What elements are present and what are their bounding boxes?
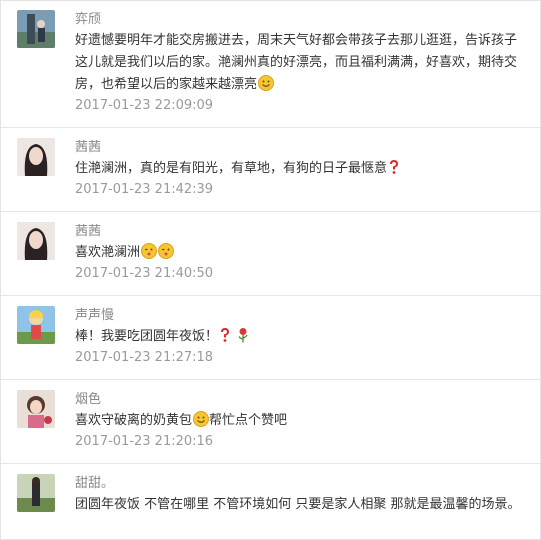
comment-text: 好遗憾要明年才能交房搬进去，周末天气好都会带孩子去那儿逛逛，告诉孩子这儿就是我们… bbox=[75, 30, 525, 99]
comment-text-body: 住滟澜洲，真的是有阳光，有草地，有狗的日子最惬意 bbox=[75, 161, 388, 176]
comment-item: 烟色 喜欢守破离的奶黄包 帮忙点个赞吧 2017-01-23 21:20:16 bbox=[1, 380, 540, 464]
red-question-mark-icon bbox=[219, 327, 231, 351]
rose-emoji-icon bbox=[237, 327, 249, 351]
comment-text-body: 团圆年夜饭 不管在哪里 不管环境如何 只要是家人相聚 那就是最温馨的场景。 bbox=[75, 497, 521, 512]
avatar[interactable] bbox=[17, 222, 55, 260]
comment-text-tail: 帮忙点个赞吧 bbox=[209, 413, 288, 428]
comment-text-body: 棒！我要吃团圆年夜饭！ bbox=[75, 329, 219, 344]
comment-timestamp: 2017-01-23 21:42:39 bbox=[75, 182, 214, 197]
comment-text: 喜欢滟澜洲 bbox=[75, 242, 525, 267]
smile-emoji-icon bbox=[193, 411, 210, 435]
comment-text: 喜欢守破离的奶黄包 帮忙点个赞吧 bbox=[75, 410, 525, 435]
comment-timestamp: 2017-01-23 21:40:50 bbox=[75, 266, 214, 281]
comment-text: 棒！我要吃团圆年夜饭！ bbox=[75, 326, 525, 351]
comment-author[interactable]: 茜茜 bbox=[75, 136, 101, 155]
comment-text: 团圆年夜饭 不管在哪里 不管环境如何 只要是家人相聚 那就是最温馨的场景。 bbox=[75, 494, 525, 516]
comment-timestamp: 2017-01-23 21:27:18 bbox=[75, 350, 214, 365]
comment-author[interactable]: 声声慢 bbox=[75, 304, 114, 323]
avatar[interactable] bbox=[17, 474, 55, 512]
comment-item: 甜甜。 团圆年夜饭 不管在哪里 不管环境如何 只要是家人相聚 那就是最温馨的场景… bbox=[1, 464, 540, 540]
comment-text-body: 好遗憾要明年才能交房搬进去，周末天气好都会带孩子去那儿逛逛，告诉孩子这儿就是我们… bbox=[75, 33, 518, 92]
comment-author[interactable]: 烟色 bbox=[75, 388, 101, 407]
kiss-emoji-icon bbox=[141, 243, 158, 267]
avatar[interactable] bbox=[17, 10, 55, 48]
comment-text: 住滟澜洲，真的是有阳光，有草地，有狗的日子最惬意 bbox=[75, 158, 525, 183]
comment-text-body: 喜欢滟澜洲 bbox=[75, 245, 141, 260]
red-question-mark-icon bbox=[388, 159, 400, 183]
comment-author[interactable]: 茜茜 bbox=[75, 220, 101, 239]
avatar[interactable] bbox=[17, 306, 55, 344]
avatar[interactable] bbox=[17, 138, 55, 176]
comment-item: 弈颀 好遗憾要明年才能交房搬进去，周末天气好都会带孩子去那儿逛逛，告诉孩子这儿就… bbox=[1, 0, 540, 128]
smile-emoji-icon bbox=[258, 75, 275, 99]
comment-author[interactable]: 甜甜。 bbox=[75, 472, 114, 491]
avatar[interactable] bbox=[17, 390, 55, 428]
comment-item: 声声慢 棒！我要吃团圆年夜饭！ 2017-01-23 21:27:18 bbox=[1, 296, 540, 380]
comment-text-body: 喜欢守破离的奶黄包 bbox=[75, 413, 193, 428]
comment-author[interactable]: 弈颀 bbox=[75, 8, 101, 27]
comment-timestamp: 2017-01-23 22:09:09 bbox=[75, 98, 214, 113]
comment-item: 茜茜 喜欢滟澜洲 2017-01-23 21:40:50 bbox=[1, 212, 540, 296]
comment-item: 茜茜 住滟澜洲，真的是有阳光，有草地，有狗的日子最惬意 2017-01-23 2… bbox=[1, 128, 540, 212]
kiss-emoji-icon bbox=[158, 243, 175, 267]
comment-timestamp: 2017-01-23 21:20:16 bbox=[75, 434, 214, 449]
